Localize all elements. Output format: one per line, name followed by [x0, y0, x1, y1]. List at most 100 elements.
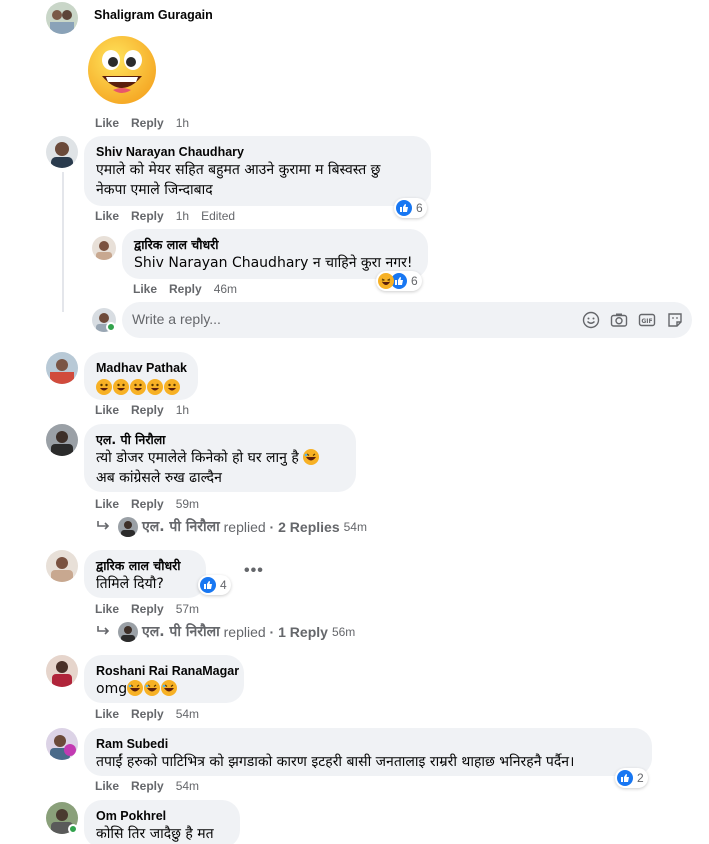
grinning-emoji-icon	[130, 379, 146, 395]
reply-input[interactable]	[132, 311, 432, 327]
like-reaction-icon	[200, 577, 216, 593]
avatar[interactable]	[46, 2, 78, 34]
reply-button[interactable]: Reply	[131, 116, 164, 130]
online-indicator	[68, 824, 78, 834]
gif-icon[interactable]: GIF	[638, 311, 656, 329]
avatar[interactable]	[46, 655, 78, 687]
avatar[interactable]	[46, 424, 78, 456]
avatar	[118, 622, 138, 642]
comment-bubble: Ram Subedi तपाईं हरुको पाटिभित्र को झगडा…	[84, 728, 652, 776]
avatar[interactable]	[92, 236, 116, 260]
edited-label: Edited	[201, 209, 236, 223]
emoji-icon[interactable]	[582, 311, 600, 329]
timestamp[interactable]: 57m	[176, 602, 199, 616]
online-indicator	[106, 322, 116, 332]
grinning-emoji-icon	[96, 379, 112, 395]
comment-text-line: अब कांग्रेसले रुख ढाल्दैन	[96, 470, 222, 486]
reply-button[interactable]: Reply	[169, 282, 202, 296]
sticker-icon[interactable]	[666, 311, 684, 329]
rofl-emoji-icon	[127, 680, 144, 696]
reply-arrow-icon	[96, 517, 110, 537]
reply-button[interactable]: Reply	[131, 707, 164, 721]
avatar	[118, 517, 138, 537]
comment-author[interactable]: एल. पी निरौला	[96, 432, 344, 448]
comment-text-line: कोसि तिर जादैछु है मत	[96, 826, 214, 842]
comment-bubble: Om Pokhrel कोसि तिर जादैछु है मत	[84, 800, 240, 844]
emoji-row	[96, 378, 186, 398]
comment-bubble: द्वारिक लाल चौधरी तिमिले दियौ?	[84, 550, 206, 598]
comment-author[interactable]: Madhav Pathak	[96, 360, 187, 376]
comment-author[interactable]: Om Pokhrel	[96, 808, 228, 824]
comment-text-line: त्यो डोजर एमालेले किनेको हो घर लानु है	[96, 450, 299, 466]
reply-box: GIF	[122, 302, 692, 338]
avatar[interactable]	[46, 728, 78, 760]
comment-actions: Like Reply 57m	[95, 601, 211, 617]
comment-bubble: एल. पी निरौला त्यो डोजर एमालेले किनेको ह…	[84, 424, 356, 492]
comment-author[interactable]: Shiv Narayan Chaudhary	[96, 144, 419, 160]
like-reaction-icon	[396, 200, 412, 216]
comment-actions: Like Reply 1h Edited	[95, 208, 247, 224]
comment-author[interactable]: द्वारिक लाल चौधरी	[134, 237, 416, 253]
view-replies-link[interactable]: एल. पी निरौला replied · 2 Replies 54m	[96, 517, 367, 537]
like-button[interactable]: Like	[95, 707, 119, 721]
comment-actions: Like Reply 1h	[95, 402, 201, 418]
timestamp[interactable]: 46m	[214, 282, 237, 296]
reaction-count[interactable]: 6	[376, 271, 422, 291]
comment-text-line: तिमिले दियौ?	[96, 576, 164, 592]
like-button[interactable]: Like	[95, 779, 119, 793]
view-replies-link[interactable]: एल. पी निरौला replied · 1 Reply 56m	[96, 622, 355, 642]
like-button[interactable]: Like	[95, 602, 119, 616]
comment-text-line: न चाहिने कुरा नगर!	[308, 255, 413, 271]
reply-button[interactable]: Reply	[131, 779, 164, 793]
rofl-emoji-icon	[303, 449, 320, 465]
comment-actions: Like Reply 54m	[95, 706, 211, 722]
more-options-icon[interactable]: •••	[244, 562, 264, 580]
rofl-emoji-icon	[144, 680, 161, 696]
comment-author[interactable]: द्वारिक लाल चौधरी	[96, 558, 194, 574]
grinning-emoji-icon	[164, 379, 180, 395]
comment-author[interactable]: Roshani Rai RanaMagar	[96, 663, 239, 679]
reaction-count[interactable]: 4	[198, 575, 231, 595]
avatar[interactable]	[46, 352, 78, 384]
like-button[interactable]: Like	[95, 497, 119, 511]
like-button[interactable]: Like	[95, 403, 119, 417]
like-button[interactable]: Like	[95, 116, 119, 130]
comment-bubble: Shiv Narayan Chaudhary एमाले को मेयर सहि…	[84, 136, 431, 206]
comment-bubble: Madhav Pathak	[84, 352, 198, 400]
reply-button[interactable]: Reply	[131, 403, 164, 417]
grinning-face-sticker	[86, 34, 158, 106]
timestamp[interactable]: 1h	[176, 209, 189, 223]
timestamp[interactable]: 1h	[176, 116, 189, 130]
rofl-emoji-icon	[161, 680, 178, 696]
reply-arrow-icon	[96, 622, 110, 642]
comment-text-line: omg	[96, 681, 128, 697]
avatar[interactable]	[46, 550, 78, 582]
timestamp[interactable]: 59m	[176, 497, 199, 511]
tagged-user[interactable]: Shiv Narayan Chaudhary	[134, 255, 308, 271]
like-button[interactable]: Like	[133, 282, 157, 296]
reaction-count[interactable]: 6	[394, 198, 427, 218]
avatar[interactable]	[46, 136, 78, 168]
comment-author[interactable]: Shaligram Guragain	[94, 7, 213, 23]
svg-text:GIF: GIF	[641, 318, 652, 325]
thread-line	[62, 172, 64, 312]
comment-author[interactable]: Ram Subedi	[96, 736, 640, 752]
timestamp[interactable]: 54m	[176, 707, 199, 721]
comment-text-line: एमाले को मेयर सहित बहुमत आउने कुरामा म ब…	[96, 162, 381, 178]
comment-actions: Like Reply 59m	[95, 496, 211, 512]
camera-icon[interactable]	[610, 311, 628, 329]
comment-text-line: नेकपा एमाले जिन्दाबाद	[96, 182, 213, 198]
comment-text-line: तपाईं हरुको पाटिभित्र को झगडाको कारण इटह…	[96, 754, 575, 770]
reaction-count[interactable]: 2	[615, 768, 648, 788]
reply-button[interactable]: Reply	[131, 602, 164, 616]
grinning-emoji-icon	[113, 379, 129, 395]
like-reaction-icon	[617, 770, 633, 786]
reply-button[interactable]: Reply	[131, 209, 164, 223]
timestamp[interactable]: 1h	[176, 403, 189, 417]
comment-bubble: Roshani Rai RanaMagar omg	[84, 655, 244, 703]
timestamp[interactable]: 54m	[176, 779, 199, 793]
haha-reaction-icon	[378, 273, 394, 289]
like-button[interactable]: Like	[95, 209, 119, 223]
comment-actions: Like Reply 1h	[95, 115, 201, 131]
reply-button[interactable]: Reply	[131, 497, 164, 511]
